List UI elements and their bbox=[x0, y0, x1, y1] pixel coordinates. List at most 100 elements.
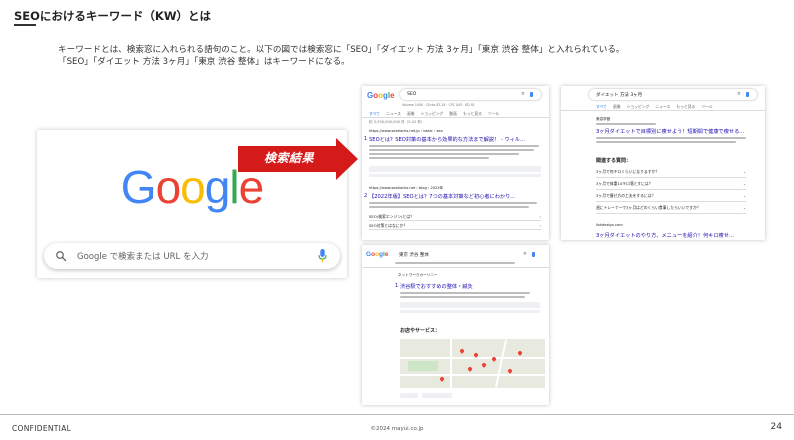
footer-divider bbox=[0, 414, 794, 415]
serp-query: 東京 渋谷 整体 bbox=[399, 253, 429, 258]
serp-query: ダイエット 方法 3ヶ月 bbox=[596, 93, 643, 98]
filter-chip[interactable] bbox=[400, 393, 418, 398]
microphone-icon[interactable] bbox=[746, 92, 749, 97]
map-pin-icon[interactable] bbox=[439, 376, 445, 382]
title-underline bbox=[14, 24, 36, 26]
result-title[interactable]: 3ヶ月ダイエットで目標別に痩せよう！短期間で健康で痩せる... bbox=[596, 128, 744, 135]
google-logo-letter: G bbox=[120, 161, 157, 213]
serp-search-box[interactable]: 東京 渋谷 整体 × bbox=[395, 249, 543, 259]
related-question[interactable]: 週にトレーナーで3ヶ月はどのくらい食事したらいいですか？ ⌄ bbox=[596, 205, 746, 214]
snippet-line bbox=[369, 149, 534, 151]
tab-divider bbox=[561, 110, 765, 111]
result-title[interactable]: SEOとは？SEO対策の基本から効果的な方法まで解説！ - ウィル... bbox=[369, 136, 525, 143]
local-services-heading: お店やサービス： bbox=[400, 328, 441, 334]
chevron-down-icon: ⌄ bbox=[742, 193, 746, 198]
sub-link-label: SEO(検索エンジン)とは？ bbox=[369, 214, 414, 219]
map-road bbox=[400, 357, 545, 359]
arrow-label: 検索結果 bbox=[264, 151, 315, 165]
chevron-right-icon: › bbox=[539, 223, 541, 228]
sub-link[interactable]: SEO対策とはなにか？ › bbox=[369, 223, 541, 230]
rank-number: 1 bbox=[364, 136, 368, 142]
map-road bbox=[494, 339, 508, 388]
snippet-line bbox=[596, 141, 736, 143]
serp-seo-screenshot: Google SEO × Volume 100K · Clicks 83.2K … bbox=[362, 86, 549, 240]
related-question[interactable]: 3ヶ月で痩せ方の工夫をするには？ ⌄ bbox=[596, 193, 746, 202]
intro-line-1: キーワードとは、検索窓に入れられる語句のこと。以下の図では検索窓に「SEO」「ダ… bbox=[58, 45, 625, 55]
related-questions-heading: 関連する質問： bbox=[596, 158, 632, 164]
site-name: 美容学館 bbox=[596, 117, 611, 121]
microphone-icon[interactable] bbox=[532, 252, 535, 257]
rank-number: 1 bbox=[395, 283, 399, 289]
serp-query: SEO bbox=[407, 92, 417, 97]
result-url: https://www.seohacks.net › blog › 2023年 bbox=[369, 186, 444, 190]
slide-title: SEOにおけるキーワード（KW）とは bbox=[14, 9, 212, 23]
tab-divider bbox=[362, 267, 549, 268]
map-road bbox=[450, 339, 452, 388]
serp-google-logo: Google bbox=[367, 91, 395, 100]
clear-icon[interactable]: × bbox=[737, 91, 741, 97]
sub-link[interactable]: SEO(検索エンジン)とは？ › bbox=[369, 214, 541, 221]
keyword-metrics bbox=[395, 262, 515, 264]
result-title[interactable]: 【2022年版】SEOとは？7つの基本対策など初心者にわかり... bbox=[369, 193, 515, 200]
related-question[interactable]: 3ヶ月で体重10キロ落とすには？ ⌄ bbox=[596, 181, 746, 190]
related-question-label: 3ヶ月で体重10キロ落とすには？ bbox=[596, 181, 653, 186]
snippet-line bbox=[369, 202, 537, 204]
site-name: liskdesign.com bbox=[596, 223, 623, 227]
related-question-label: 3ヶ月で痩せ方の工夫をするには？ bbox=[596, 193, 656, 198]
result-url: https://www.seohacks.net.jp › basic › se… bbox=[369, 129, 443, 133]
clear-icon[interactable]: × bbox=[523, 251, 527, 257]
google-search-box[interactable]: Google で検索または URL を入力 bbox=[44, 243, 340, 269]
result-count: 約 3,930,000,000 件（0.42 秒） bbox=[369, 120, 425, 124]
keyword-metrics: Volume 100K · Clicks 83.2K · CPC $45 · K… bbox=[402, 103, 475, 107]
microphone-icon[interactable] bbox=[530, 92, 533, 97]
intro-text: キーワードとは、検索窓に入れられる語句のこと。以下の図では検索窓に「SEO」「ダ… bbox=[58, 44, 758, 68]
copyright: ©2024 mayui.co.jp bbox=[370, 426, 424, 432]
related-question[interactable]: 3ヶ月で何キロくらいになりますか？ ⌄ bbox=[596, 169, 746, 178]
google-logo-letter: g bbox=[204, 161, 231, 213]
result-title[interactable]: 3ヶ月ダイエットのやり方、メニューを紹介！何キロ痩せ... bbox=[596, 232, 734, 239]
metrics-table bbox=[369, 174, 541, 177]
map-park bbox=[408, 361, 438, 371]
result-title[interactable]: 渋谷駅でおすすめの整体・鍼灸 bbox=[400, 283, 473, 290]
snippet-line bbox=[400, 296, 525, 298]
intro-line-2: 「SEO」「ダイエット 方法 3ヶ月」「東京 渋谷 整体」はキーワードになる。 bbox=[58, 57, 350, 67]
map-pin-icon[interactable] bbox=[507, 368, 513, 374]
snippet-line bbox=[596, 137, 746, 139]
map-pin-icon[interactable] bbox=[517, 350, 523, 356]
search-icon bbox=[56, 251, 67, 262]
metrics-table bbox=[400, 310, 540, 313]
map-pin-icon[interactable] bbox=[467, 366, 473, 372]
serp-search-box[interactable]: ダイエット 方法 3ヶ月 × bbox=[589, 89, 757, 100]
serp-diet-screenshot: ダイエット 方法 3ヶ月 × すべて 画像 ショッピング ニュース もっと見る ツール 美… bbox=[561, 86, 765, 240]
snippet-line bbox=[369, 157, 489, 159]
related-question-label: 週にトレーナーで3ヶ月はどのくらい食事したらいいですか？ bbox=[596, 205, 701, 210]
microphone-icon[interactable] bbox=[318, 249, 327, 263]
chevron-down-icon: ⌄ bbox=[742, 181, 746, 186]
snippet-line bbox=[369, 206, 529, 208]
snippet-line bbox=[369, 145, 539, 147]
site-name: ネットワークカーソニー bbox=[398, 273, 438, 277]
clear-icon[interactable]: × bbox=[521, 91, 525, 97]
page-number: 24 bbox=[770, 422, 782, 432]
serp-seitai-screenshot: Google 東京 渋谷 整体 × ネットワークカーソニー 1 渋谷駅でおすすめ… bbox=[362, 245, 549, 405]
local-map[interactable] bbox=[400, 339, 545, 388]
chevron-right-icon: › bbox=[539, 214, 541, 219]
map-pin-icon[interactable] bbox=[459, 348, 465, 354]
google-logo-letter: o bbox=[155, 161, 182, 213]
map-road bbox=[400, 374, 545, 376]
snippet-line bbox=[400, 292, 530, 294]
rank-number: 2 bbox=[364, 193, 368, 199]
search-placeholder: Google で検索または URL を入力 bbox=[77, 252, 209, 262]
chevron-down-icon: ⌄ bbox=[742, 205, 746, 210]
google-logo-letter: o bbox=[180, 161, 206, 213]
map-pin-icon[interactable] bbox=[481, 362, 487, 368]
serp-search-box[interactable]: SEO × bbox=[400, 89, 541, 100]
serp-google-logo: Google bbox=[366, 251, 389, 258]
url-line bbox=[596, 123, 656, 125]
metrics-table bbox=[400, 302, 540, 308]
metrics-table bbox=[369, 166, 541, 172]
sub-link-label: SEO対策とはなにか？ bbox=[369, 223, 408, 228]
filter-chip[interactable] bbox=[422, 393, 452, 398]
related-question-label: 3ヶ月で何キロくらいになりますか？ bbox=[596, 169, 660, 174]
tab-divider bbox=[362, 117, 549, 118]
